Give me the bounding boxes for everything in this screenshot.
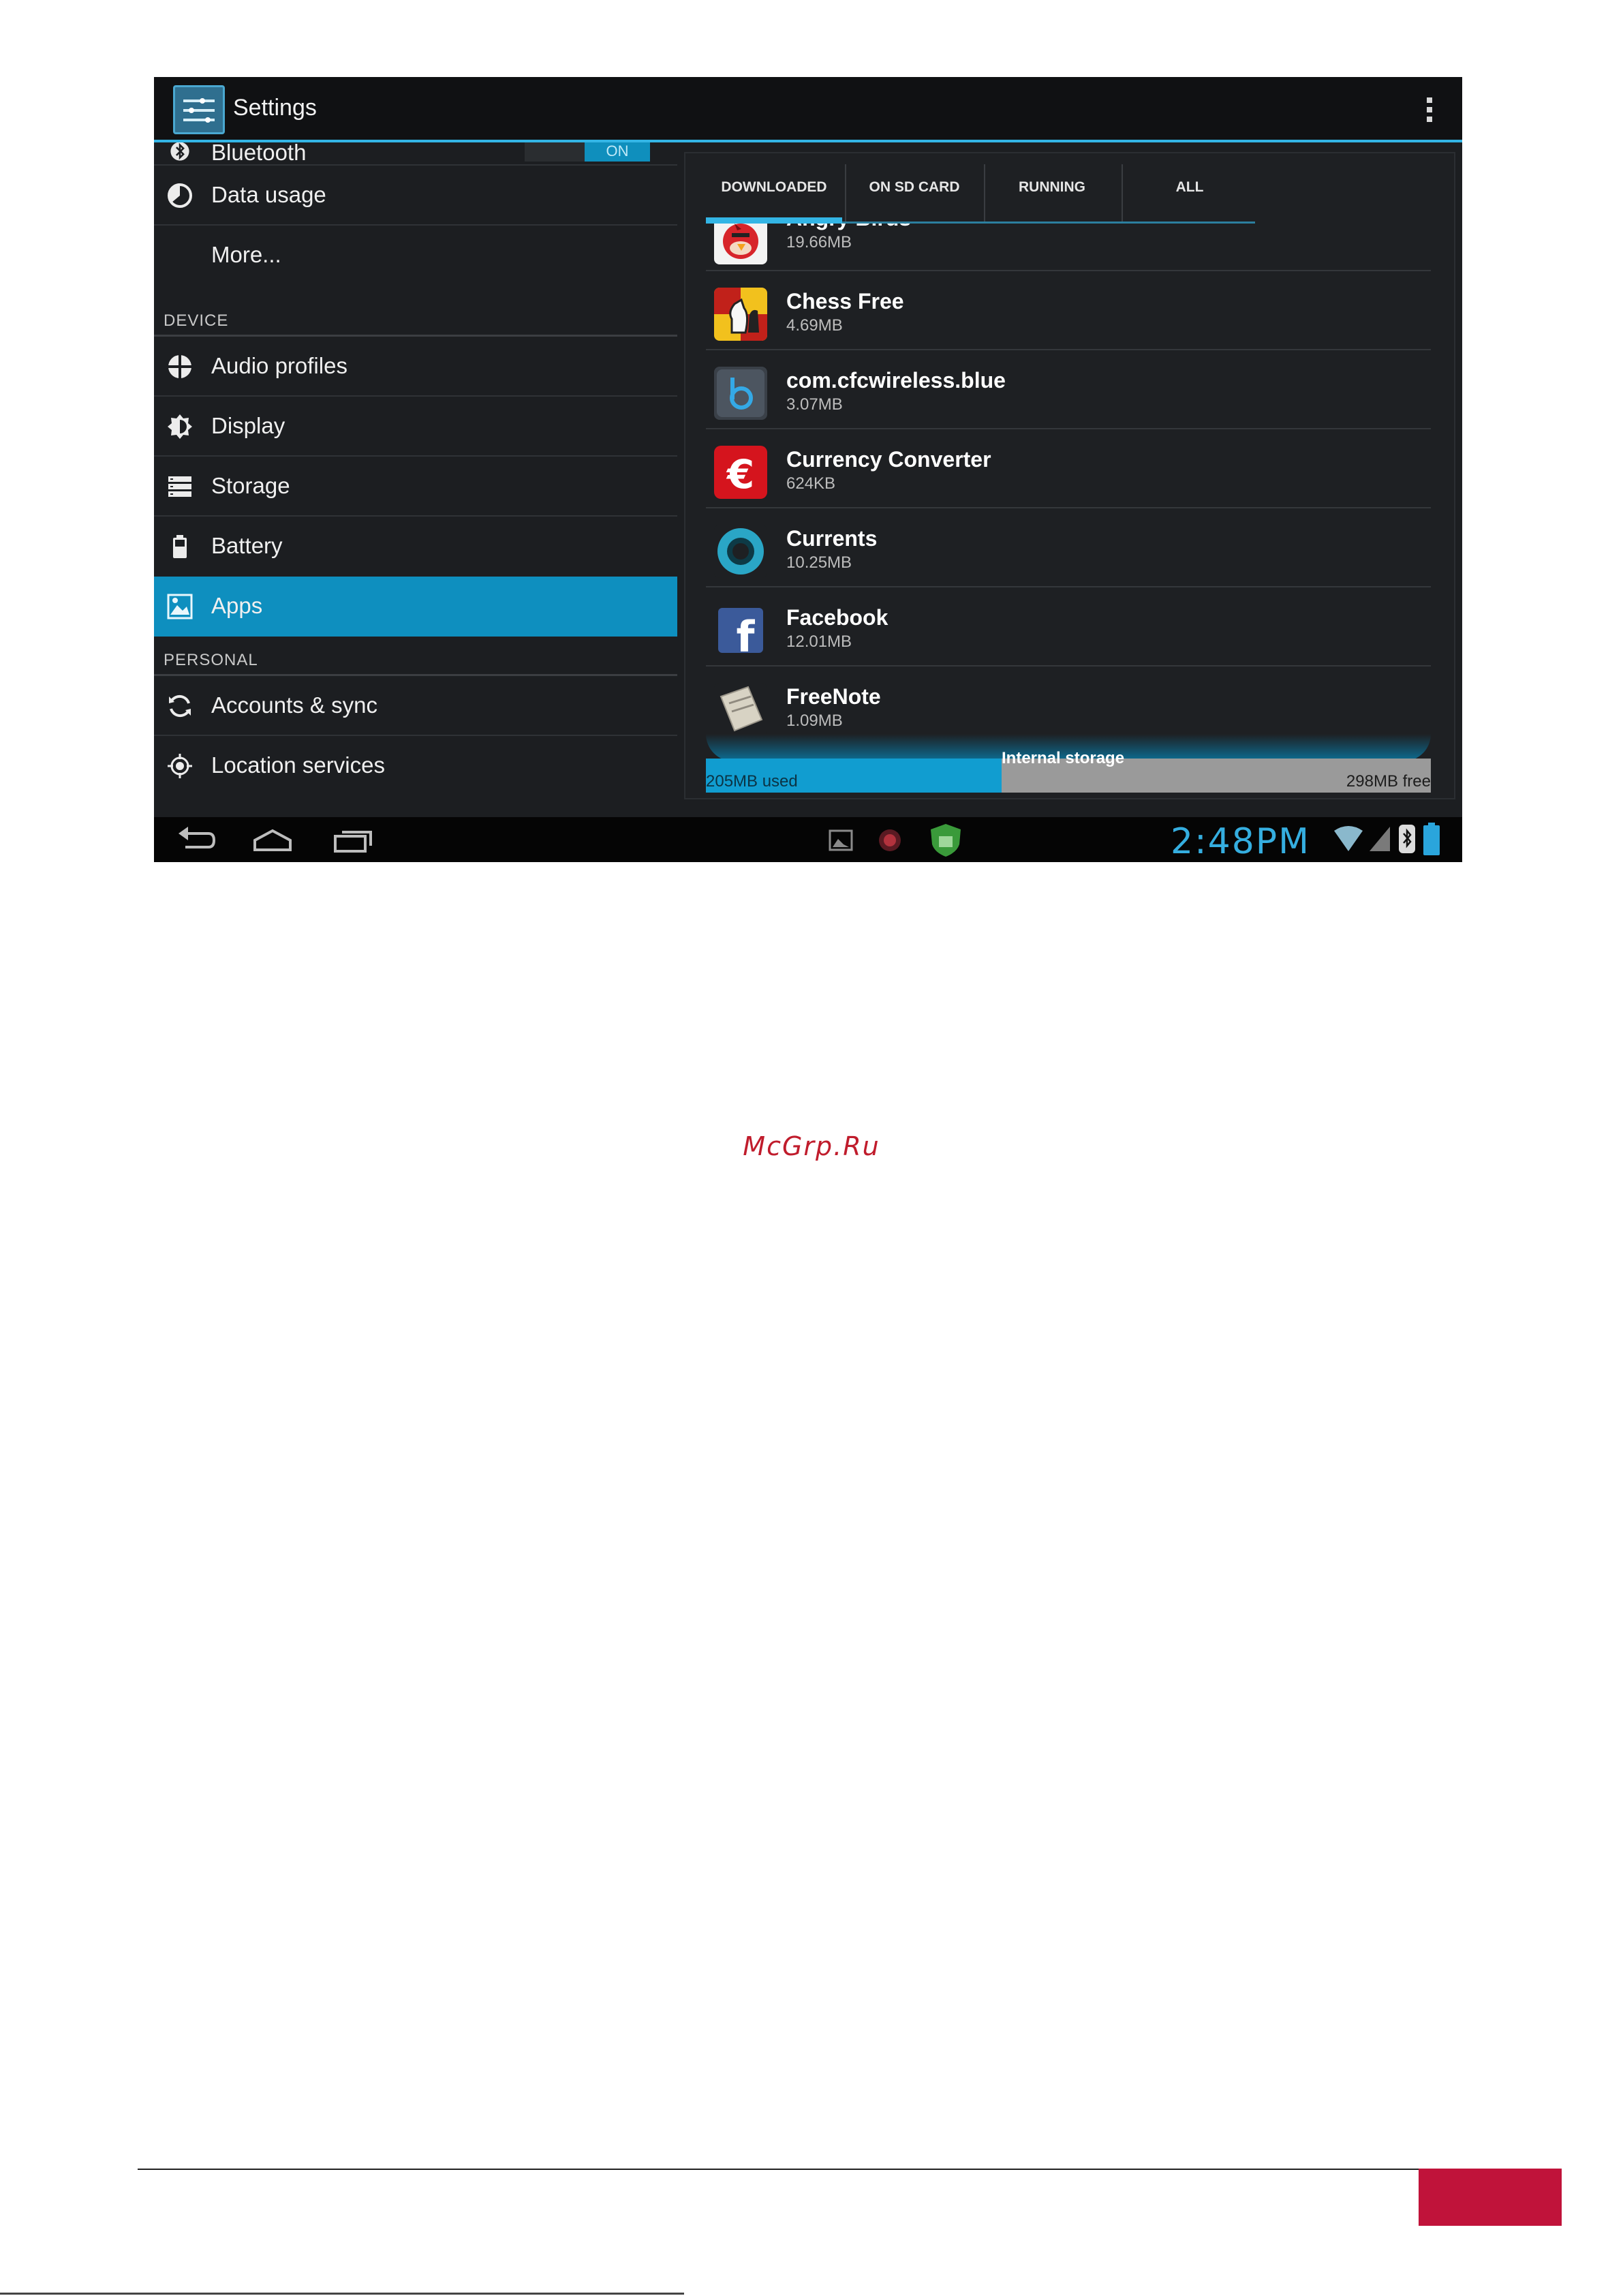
status-clock: 2:48PM	[1171, 821, 1310, 862]
settings-item-bluetooth[interactable]: Bluetooth ON	[154, 142, 677, 166]
storage-bar: Internal storage 205MB used 298MB free	[706, 749, 1431, 793]
settings-item-label: Battery	[211, 533, 283, 558]
app-name: Facebook	[786, 605, 888, 630]
watermark: McGrp.Ru	[743, 1131, 880, 1161]
storage-icon	[168, 476, 191, 497]
app-row-facebook[interactable]: f Facebook 12.01MB	[706, 587, 1431, 667]
tablet-screenshot: Settings Bluetooth ON Data usage More...…	[154, 77, 1462, 862]
tab-all[interactable]: ALL	[1122, 153, 1258, 221]
active-tab-indicator	[706, 217, 842, 224]
app-row-angry-birds[interactable]: Angry Birds 19.66MB	[706, 224, 1431, 271]
app-list: Angry Birds 19.66MB Chess Free 4.69MB	[706, 224, 1431, 741]
recent-apps-icon[interactable]	[333, 825, 373, 855]
footer-rule	[138, 2169, 1424, 2170]
audio-profiles-icon	[168, 354, 192, 379]
svg-text:f: f	[737, 612, 756, 657]
location-icon	[168, 754, 192, 778]
home-icon[interactable]	[252, 825, 293, 855]
shield-icon[interactable]	[927, 821, 965, 859]
section-header-personal: PERSONAL	[164, 651, 258, 669]
battery-icon	[173, 535, 187, 558]
settings-item-apps[interactable]: Apps	[154, 577, 677, 637]
app-name: Chess Free	[786, 289, 904, 313]
settings-item-label: Storage	[211, 473, 290, 498]
battery-status-icon	[1423, 823, 1440, 855]
app-title: Settings	[233, 95, 317, 121]
settings-item-accounts-sync[interactable]: Accounts & sync	[154, 676, 677, 736]
app-name: Currents	[786, 526, 878, 551]
settings-item-display[interactable]: Display	[154, 397, 677, 457]
security-notification-icon[interactable]	[876, 827, 903, 854]
currents-icon	[714, 525, 767, 578]
settings-item-audio-profiles[interactable]: Audio profiles	[154, 337, 677, 397]
app-row-currency-converter[interactable]: € Currency Converter 624KB	[706, 429, 1431, 508]
footer-page-box	[1419, 2169, 1562, 2226]
app-size: 1.09MB	[786, 711, 843, 730]
app-name: com.cfcwireless.blue	[786, 368, 1006, 393]
section-header-device: DEVICE	[164, 311, 229, 330]
app-size: 624KB	[786, 474, 836, 493]
tab-on-sd-card[interactable]: ON SD CARD	[846, 153, 983, 221]
svg-text:€: €	[726, 451, 754, 498]
settings-item-label: Accounts & sync	[211, 692, 377, 718]
action-bar: Settings	[154, 77, 1462, 142]
settings-item-label: Location services	[211, 752, 385, 778]
gallery-notification-icon[interactable]	[829, 829, 853, 851]
bottom-rule	[0, 2293, 684, 2295]
settings-item-data-usage[interactable]: Data usage	[154, 166, 677, 226]
app-size: 19.66MB	[786, 233, 852, 251]
angry-birds-icon	[714, 224, 767, 264]
chess-free-icon	[714, 288, 767, 341]
settings-item-battery[interactable]: Battery	[154, 517, 677, 577]
back-icon[interactable]	[176, 825, 217, 855]
sync-icon	[169, 694, 191, 718]
facebook-icon: f	[718, 608, 763, 657]
storage-used-text: 205MB used	[706, 772, 798, 791]
settings-item-location-services[interactable]: Location services	[154, 736, 677, 796]
app-name: Currency Converter	[786, 447, 991, 472]
display-brightness-icon	[168, 414, 192, 439]
app-row-freenote[interactable]: FreeNote 1.09MB	[706, 667, 1431, 741]
cfcwireless-blue-icon	[714, 367, 767, 420]
wifi-icon	[1334, 826, 1363, 851]
app-row-chess-free[interactable]: Chess Free 4.69MB	[706, 271, 1431, 350]
bluetooth-toggle[interactable]: ON	[525, 142, 650, 162]
settings-item-label: Bluetooth	[211, 142, 307, 165]
app-size: 4.69MB	[786, 316, 843, 335]
navigation-bar: 2:48PM	[154, 817, 1462, 862]
settings-item-label: More...	[211, 242, 281, 267]
tab-running[interactable]: RUNNING	[984, 153, 1120, 221]
tab-downloaded[interactable]: DOWNLOADED	[706, 153, 842, 221]
settings-list: Bluetooth ON Data usage More... DEVICE A…	[154, 142, 677, 817]
toggle-on-label: ON	[585, 142, 650, 162]
settings-item-more[interactable]: More...	[154, 226, 677, 286]
settings-item-storage[interactable]: Storage	[154, 457, 677, 517]
bluetooth-icon	[170, 142, 189, 161]
app-size: 3.07MB	[786, 395, 843, 414]
app-size: 12.01MB	[786, 632, 852, 651]
storage-free-text: 298MB free	[1346, 772, 1431, 791]
freenote-icon	[714, 683, 767, 736]
settings-app-icon[interactable]	[173, 85, 225, 134]
settings-item-label: Apps	[211, 593, 263, 618]
app-row-currents[interactable]: Currents 10.25MB	[706, 508, 1431, 587]
apps-tab-bar: DOWNLOADED ON SD CARD RUNNING ALL	[706, 153, 1255, 224]
settings-item-label: Display	[211, 413, 285, 438]
currency-converter-icon: €	[714, 446, 767, 499]
settings-item-label: Data usage	[211, 182, 326, 207]
apps-icon	[167, 594, 193, 619]
storage-label: Internal storage	[1002, 749, 1125, 767]
settings-item-label: Audio profiles	[211, 353, 347, 378]
app-name: Angry Birds	[786, 224, 911, 231]
app-row-com-cfcwireless-blue[interactable]: com.cfcwireless.blue 3.07MB	[706, 350, 1431, 429]
app-size: 10.25MB	[786, 553, 852, 572]
data-usage-icon	[168, 183, 192, 208]
apps-pane: DOWNLOADED ON SD CARD RUNNING ALL Angry …	[684, 152, 1455, 799]
signal-icon	[1370, 827, 1390, 851]
app-name: FreeNote	[786, 684, 881, 709]
bluetooth-status-icon	[1399, 825, 1415, 853]
overflow-menu-icon[interactable]	[1427, 97, 1434, 125]
